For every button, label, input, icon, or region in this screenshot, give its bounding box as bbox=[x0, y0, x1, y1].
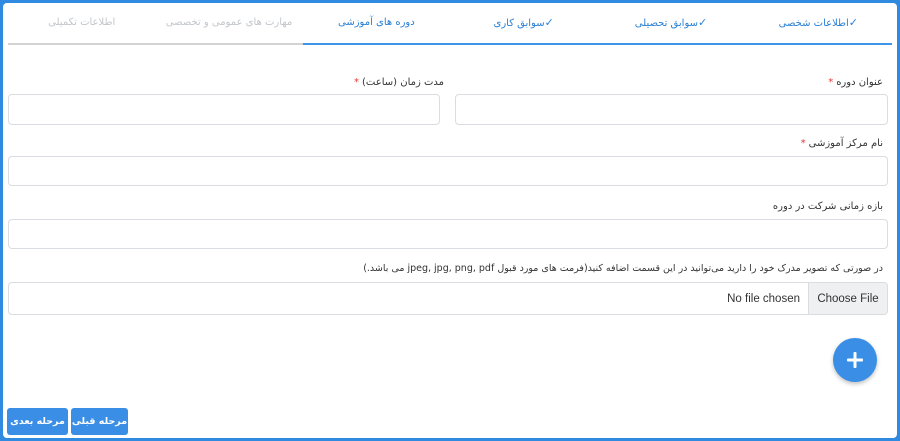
required-mark: * bbox=[354, 77, 360, 88]
tab-additional-info[interactable]: اطلاعات تکمیلی bbox=[8, 3, 156, 45]
required-mark: * bbox=[828, 77, 834, 88]
tab-label: مهارت های عمومی و تخصصی bbox=[165, 17, 293, 28]
plus-icon bbox=[847, 352, 863, 368]
next-step-button[interactable]: مرحله بعدی bbox=[7, 408, 68, 435]
center-name-input[interactable] bbox=[8, 156, 888, 186]
required-mark: * bbox=[800, 138, 806, 149]
duration-label: مدت زمان (ساعت)* bbox=[354, 77, 444, 88]
form-container: اطلاعات شخصی✓ سوابق تحصیلی✓ سوابق کاری✓ … bbox=[3, 3, 897, 438]
tab-skills[interactable]: مهارت های عمومی و تخصصی bbox=[155, 3, 303, 45]
tab-personal-info[interactable]: اطلاعات شخصی✓ bbox=[744, 3, 892, 45]
tab-label: سوابق کاری bbox=[493, 18, 545, 29]
choose-file-button[interactable]: Choose File bbox=[808, 283, 887, 314]
course-title-input[interactable] bbox=[455, 94, 888, 125]
checkmark-icon: ✓ bbox=[848, 16, 859, 29]
upload-hint: در صورتی که تصویر مدرک خود را دارید می‌ت… bbox=[363, 263, 883, 274]
tab-label: اطلاعات تکمیلی bbox=[48, 17, 116, 28]
tab-label: اطلاعات شخصی bbox=[778, 18, 849, 29]
tab-label: دوره های آموزشی bbox=[338, 17, 415, 28]
tab-label: سوابق تحصیلی bbox=[634, 18, 698, 29]
course-title-label: عنوان دوره* bbox=[828, 77, 883, 88]
label-text: بازه زمانی شرکت در دوره bbox=[772, 201, 883, 212]
file-status-text: No file chosen bbox=[727, 292, 800, 305]
tab-education[interactable]: سوابق تحصیلی✓ bbox=[597, 3, 745, 45]
previous-step-button[interactable]: مرحله قبلی bbox=[71, 408, 128, 435]
add-course-button[interactable] bbox=[833, 338, 877, 382]
label-text: عنوان دوره bbox=[836, 77, 883, 88]
duration-input[interactable] bbox=[8, 94, 440, 125]
period-input[interactable] bbox=[8, 219, 888, 249]
checkmark-icon: ✓ bbox=[698, 16, 708, 29]
period-label: بازه زمانی شرکت در دوره bbox=[773, 201, 883, 212]
label-text: مدت زمان (ساعت) bbox=[362, 77, 444, 88]
label-text: نام مرکز آموزشی bbox=[808, 138, 883, 149]
checkmark-icon: ✓ bbox=[544, 16, 554, 29]
tab-work-experience[interactable]: سوابق کاری✓ bbox=[450, 3, 598, 45]
file-input[interactable]: Choose File No file chosen bbox=[8, 282, 888, 315]
wizard-tabs: اطلاعات شخصی✓ سوابق تحصیلی✓ سوابق کاری✓ … bbox=[8, 3, 892, 47]
center-name-label: نام مرکز آموزشی* bbox=[801, 138, 883, 149]
tab-training-courses[interactable]: دوره های آموزشی bbox=[302, 3, 451, 45]
